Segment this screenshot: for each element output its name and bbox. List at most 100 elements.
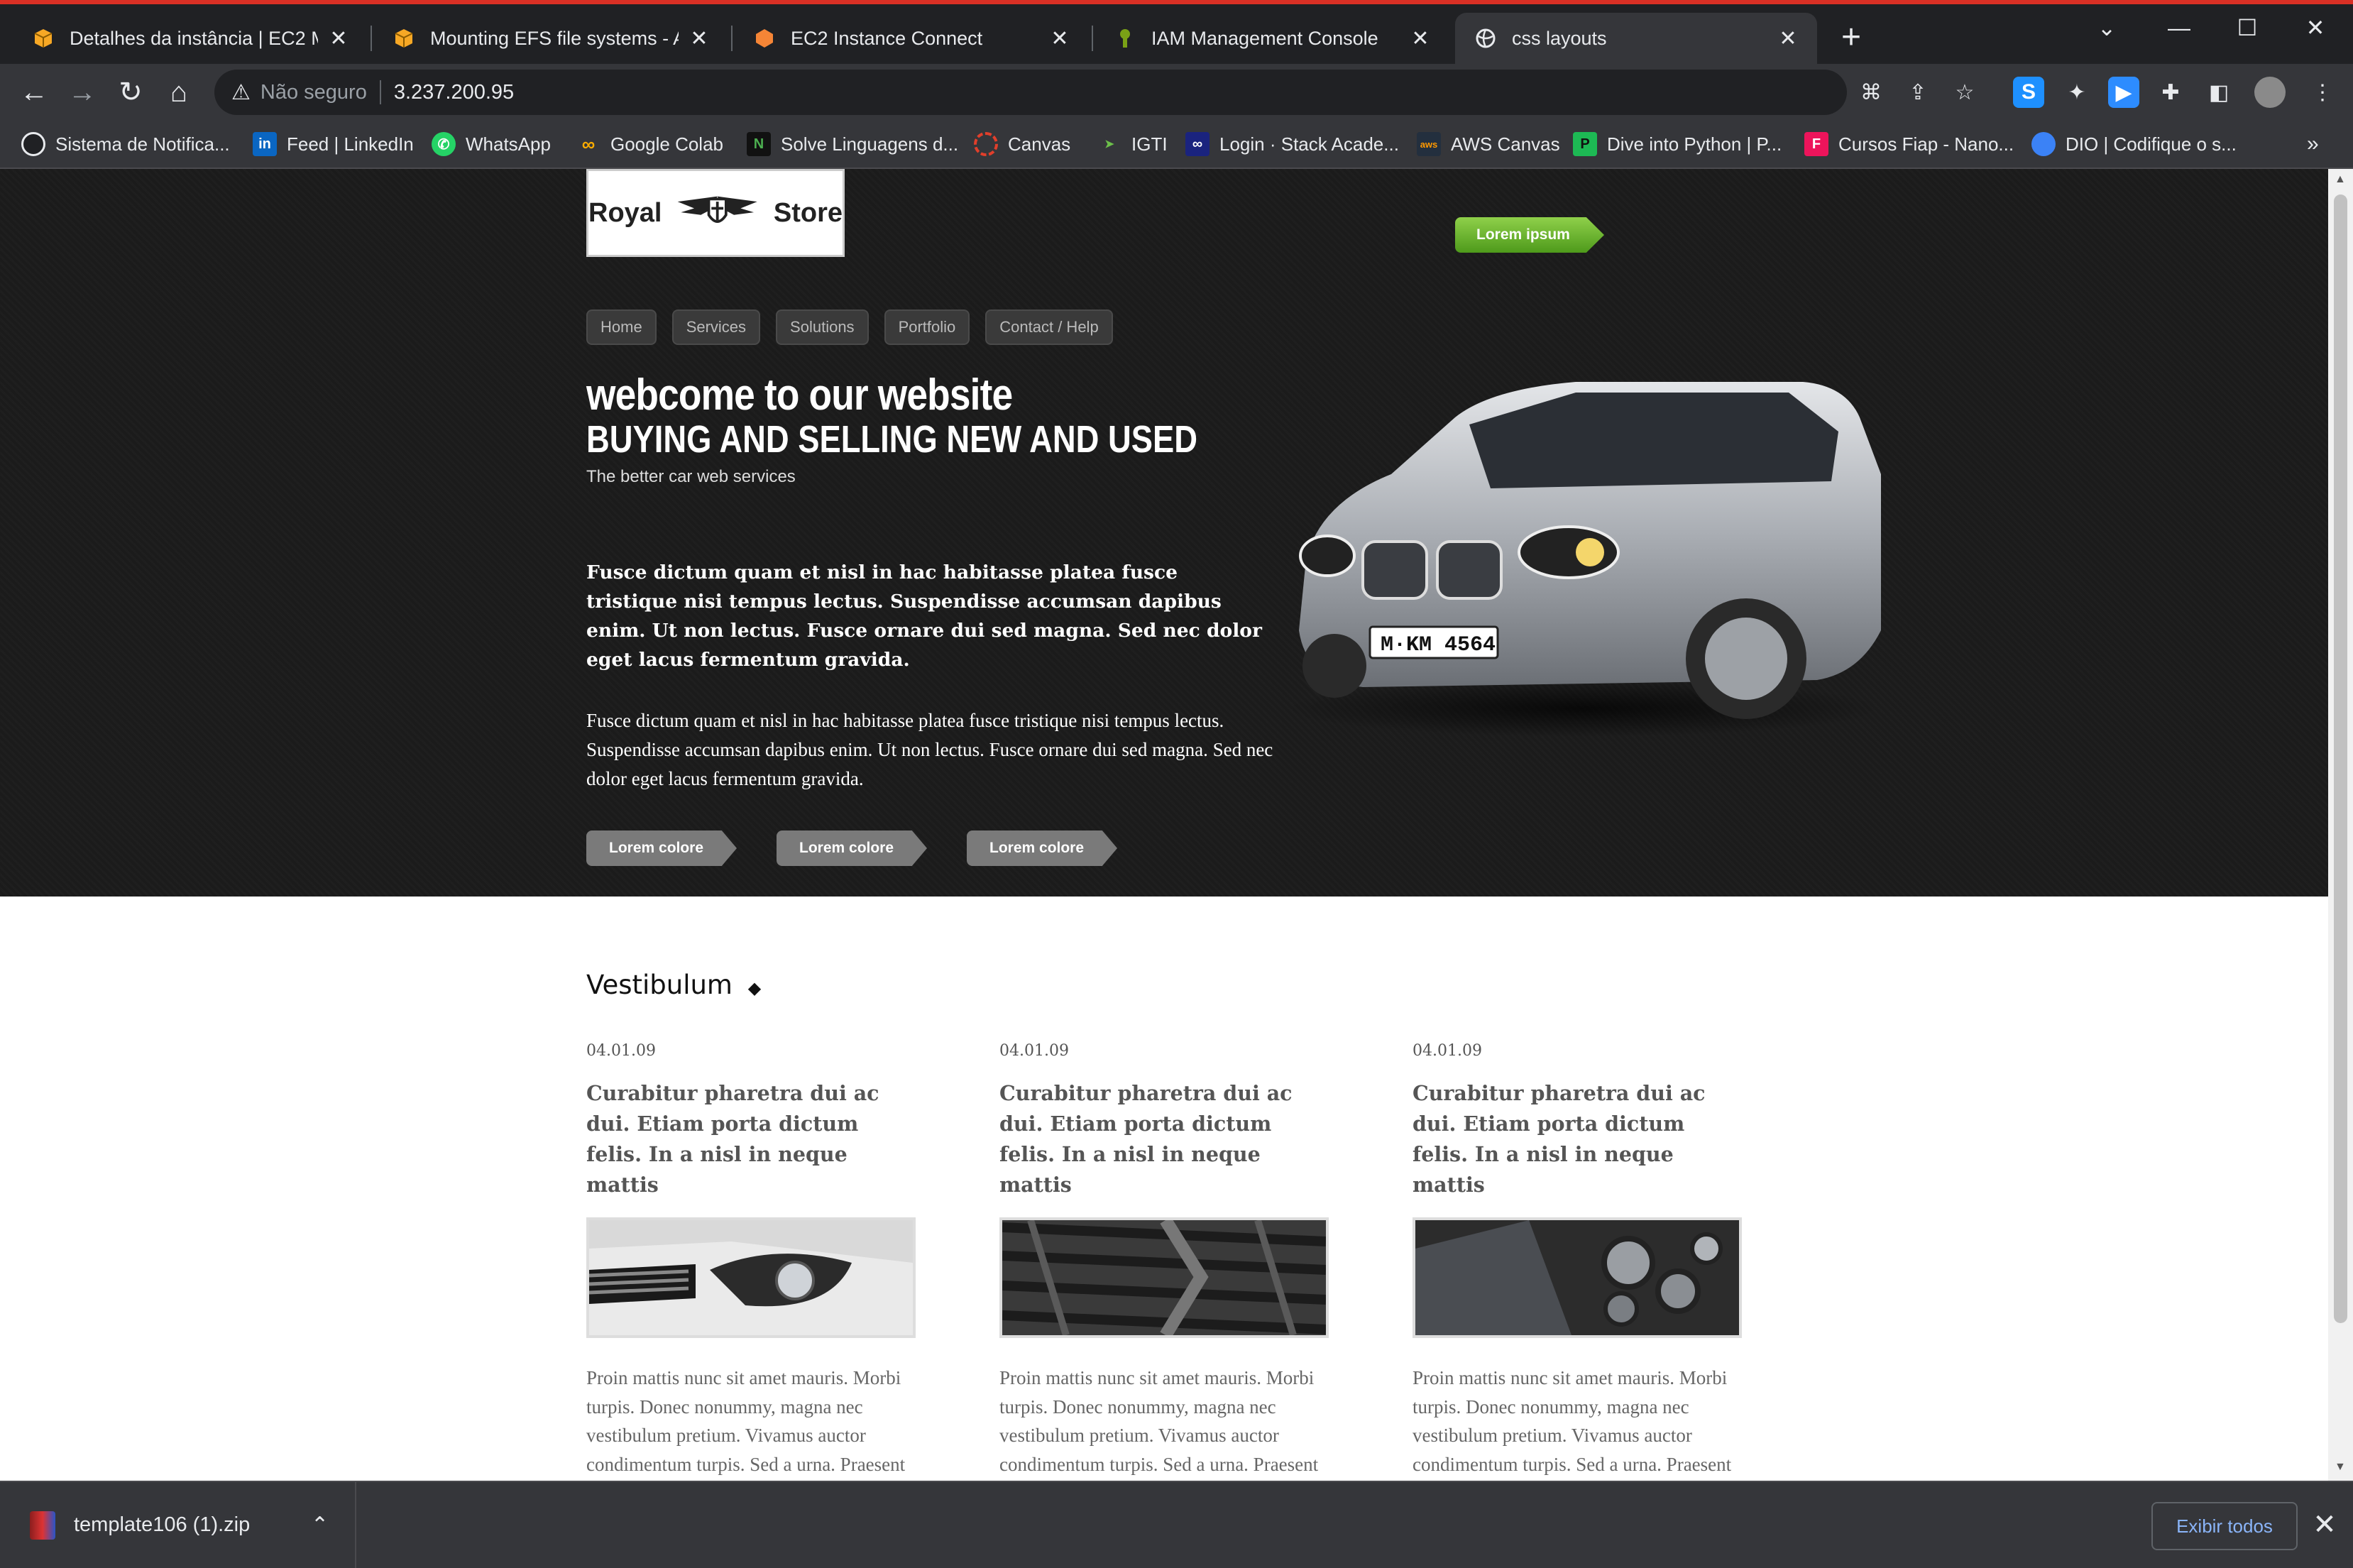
- news-text: Proin mattis nunc sit amet mauris. Morbi…: [586, 1367, 906, 1475]
- bookmark-dive-into-python[interactable]: P Dive into Python | P...: [1573, 128, 1782, 160]
- security-label: Não seguro: [260, 80, 367, 104]
- news-heading[interactable]: Curabitur pharetra dui ac dui. Etiam por…: [586, 1078, 920, 1200]
- toolbar: ← → ↻ ⌂ ⚠ Não seguro 3.237.200.95 ⌘ ⇪ ☆ …: [0, 64, 2353, 121]
- iam-key-icon: [1113, 26, 1137, 50]
- tab-efs[interactable]: Mounting EFS file systems - Ama ✕: [373, 13, 728, 64]
- lorem-colore-button[interactable]: Lorem colore: [586, 830, 737, 866]
- tab-title: IAM Management Console: [1151, 27, 1378, 49]
- translate-icon[interactable]: ⌘: [1855, 77, 1887, 108]
- tire-tread-image[interactable]: [999, 1217, 1329, 1338]
- tab-title: css layouts: [1512, 27, 1607, 49]
- url-text: 3.237.200.95: [393, 80, 515, 104]
- extension-puzzle-bot-icon[interactable]: ✦: [2061, 77, 2093, 108]
- minimize-icon[interactable]: —: [2158, 10, 2200, 45]
- side-panel-icon[interactable]: ◧: [2203, 77, 2234, 108]
- lorem-colore-button[interactable]: Lorem colore: [777, 830, 927, 866]
- nav-contact-help[interactable]: Contact / Help: [985, 309, 1113, 345]
- fiap-icon: F: [1804, 132, 1828, 156]
- news-date: 04.01.09: [586, 1042, 656, 1060]
- winged-shield-icon: [678, 196, 758, 223]
- news-heading[interactable]: Curabitur pharetra dui ac dui. Etiam por…: [1413, 1078, 1746, 1200]
- bookmark-canvas[interactable]: Canvas: [974, 128, 1070, 160]
- forward-arrow-icon[interactable]: →: [64, 74, 101, 111]
- chevron-up-icon[interactable]: ⌃: [311, 1513, 329, 1537]
- tab-css-layouts[interactable]: css layouts ✕: [1455, 13, 1817, 64]
- news-heading[interactable]: Curabitur pharetra dui ac dui. Etiam por…: [999, 1078, 1333, 1200]
- bookmark-sistema-notificacao[interactable]: Sistema de Notifica...: [21, 128, 230, 160]
- hero-paragraph: Fusce dictum quam et nisl in hac habitas…: [586, 710, 1273, 789]
- bookmark-google-colab[interactable]: ∞ Google Colab: [576, 128, 723, 160]
- logo-text-left: Royal: [588, 197, 662, 228]
- bookmarks-bar: Sistema de Notifica... in Feed | LinkedIn…: [0, 121, 2353, 169]
- site-logo[interactable]: Royal Store: [586, 169, 845, 257]
- bookmark-linkedin[interactable]: in Feed | LinkedIn: [253, 128, 414, 160]
- bookmark-aws-canvas[interactable]: aws AWS Canvas: [1417, 128, 1560, 160]
- profile-avatar[interactable]: [2254, 77, 2286, 108]
- igti-icon: ➤: [1104, 138, 1114, 150]
- zoom-extension-icon[interactable]: ▶: [2108, 77, 2139, 108]
- address-bar[interactable]: ⚠ Não seguro 3.237.200.95: [214, 70, 1847, 115]
- globe-icon: [1474, 26, 1498, 50]
- maximize-icon[interactable]: ☐: [2226, 10, 2269, 45]
- bookmark-label: Feed | LinkedIn: [287, 133, 414, 155]
- reload-icon[interactable]: ↻: [112, 74, 149, 111]
- nav-portfolio[interactable]: Portfolio: [884, 309, 970, 345]
- bookmark-label: IGTI: [1131, 133, 1168, 155]
- bookmark-dio[interactable]: DIO | Codifique o s...: [2031, 128, 2237, 160]
- close-icon[interactable]: ✕: [1410, 26, 1431, 51]
- nav-home[interactable]: Home: [586, 309, 657, 345]
- tab-search-chevron-icon[interactable]: ⌄: [2085, 10, 2128, 45]
- window-close-icon[interactable]: ✕: [2294, 10, 2337, 45]
- bookmark-stack-academy[interactable]: ∞ Login · Stack Acade...: [1185, 128, 1399, 160]
- scroll-up-arrow-icon[interactable]: ▲: [2335, 173, 2346, 186]
- site-nav: Home Services Solutions Portfolio Contac…: [586, 309, 1113, 345]
- lorem-colore-button[interactable]: Lorem colore: [967, 830, 1117, 866]
- bookmark-fiap[interactable]: F Cursos Fiap - Nano...: [1804, 128, 2014, 160]
- vertical-scrollbar[interactable]: ▲ ▼: [2328, 169, 2353, 1481]
- hero-title: webcome to our website: [586, 371, 1013, 420]
- news-column: 04.01.09 Curabitur pharetra dui ac dui. …: [1413, 1042, 1746, 1481]
- bookmark-whatsapp[interactable]: ✆ WhatsApp: [432, 128, 551, 160]
- new-tab-button[interactable]: +: [1833, 20, 1869, 55]
- bookmarks-overflow-icon[interactable]: »: [2307, 128, 2319, 160]
- close-download-bar-icon[interactable]: ✕: [2307, 1503, 2342, 1546]
- bookmark-igti[interactable]: ➤ IGTI: [1097, 128, 1168, 160]
- zip-archive-icon: [30, 1511, 55, 1540]
- bookmark-solve[interactable]: N Solve Linguagens d...: [747, 128, 958, 160]
- menu-kebab-icon[interactable]: ⋮: [2307, 77, 2338, 108]
- home-icon[interactable]: ⌂: [160, 74, 197, 111]
- close-icon[interactable]: ✕: [328, 26, 349, 51]
- headlight-image[interactable]: [586, 1217, 916, 1338]
- news-date: 04.01.09: [999, 1042, 1069, 1060]
- scrollbar-thumb[interactable]: [2334, 194, 2347, 1323]
- canvas-icon: [974, 132, 998, 156]
- colab-icon: ∞: [581, 133, 596, 155]
- cta-button[interactable]: Lorem ipsum: [1455, 217, 1604, 253]
- omnibox-divider: [379, 80, 381, 104]
- page-viewport: Royal Store Lorem ipsum Home Services So…: [0, 169, 2353, 1481]
- extensions-puzzle-icon[interactable]: ✚: [2155, 77, 2186, 108]
- close-icon[interactable]: ✕: [1049, 26, 1070, 51]
- extension-s-icon[interactable]: S: [2013, 77, 2044, 108]
- download-item[interactable]: template106 (1).zip ⌃: [0, 1482, 356, 1568]
- scroll-down-arrow-icon[interactable]: ▼: [2335, 1461, 2346, 1474]
- linkedin-icon: in: [253, 132, 277, 156]
- tab-ec2-connect[interactable]: EC2 Instance Connect ✕: [734, 13, 1089, 64]
- show-all-downloads-button[interactable]: Exibir todos: [2151, 1502, 2298, 1550]
- tab-ec2-details[interactable]: Detalhes da instância | EC2 Mana ✕: [13, 13, 368, 64]
- close-icon[interactable]: ✕: [689, 26, 710, 51]
- news-column: 04.01.09 Curabitur pharetra dui ac dui. …: [999, 1042, 1333, 1481]
- close-icon[interactable]: ✕: [1777, 26, 1799, 51]
- engine-image[interactable]: [1413, 1217, 1742, 1338]
- tab-title: EC2 Instance Connect: [791, 27, 983, 49]
- nav-services[interactable]: Services: [671, 309, 761, 345]
- tab-iam[interactable]: IAM Management Console ✕: [1095, 13, 1449, 64]
- back-arrow-icon[interactable]: ←: [16, 74, 53, 111]
- bookmark-star-icon[interactable]: ☆: [1949, 77, 1980, 108]
- nav-solutions[interactable]: Solutions: [776, 309, 869, 345]
- bookmark-label: AWS Canvas: [1451, 133, 1560, 155]
- whatsapp-icon: ✆: [432, 132, 456, 156]
- share-icon[interactable]: ⇪: [1902, 77, 1934, 108]
- download-bar: template106 (1).zip ⌃ Exibir todos ✕: [0, 1481, 2353, 1568]
- aws-cube-icon: [31, 26, 55, 50]
